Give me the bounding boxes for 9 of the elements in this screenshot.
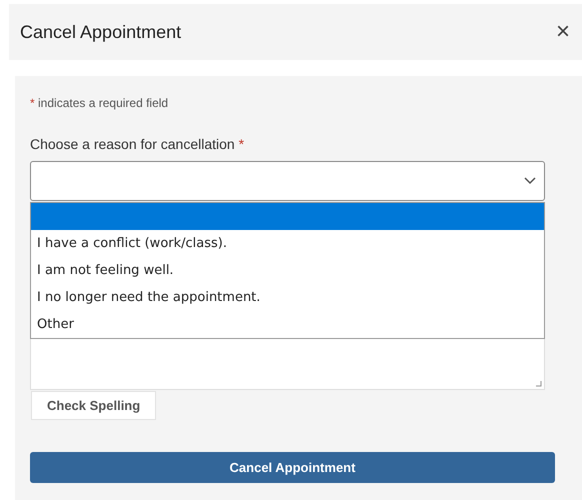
chevron-down-icon xyxy=(524,177,536,185)
resize-handle-icon xyxy=(535,380,542,387)
required-note: * indicates a required field xyxy=(30,95,170,112)
close-button[interactable]: × xyxy=(556,20,570,44)
check-spelling-button[interactable]: Check Spelling xyxy=(31,391,156,420)
field-label: Choose a reason for cancellation * xyxy=(30,135,246,154)
dialog-title: Cancel Appointment xyxy=(20,20,182,44)
cancel-appointment-button[interactable]: Cancel Appointment xyxy=(30,452,555,483)
reason-select[interactable] xyxy=(30,161,545,201)
